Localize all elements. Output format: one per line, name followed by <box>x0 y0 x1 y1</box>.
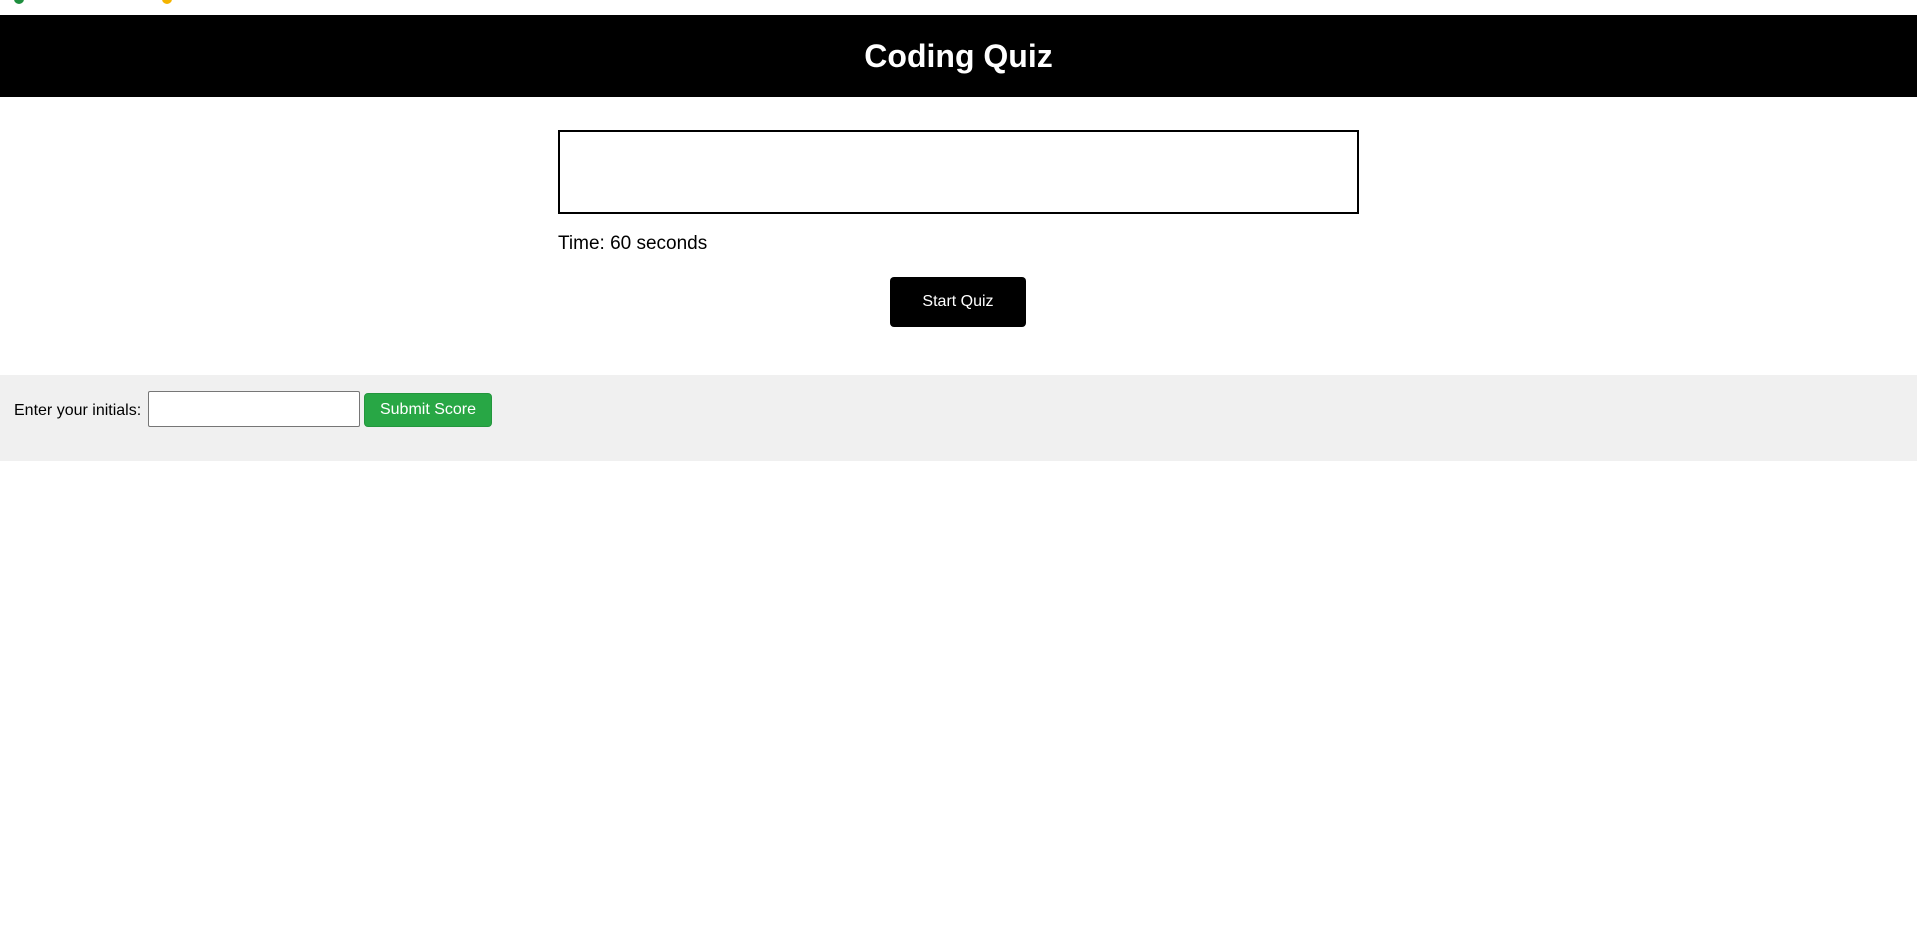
start-quiz-button[interactable]: Start Quiz <box>890 277 1026 327</box>
question-container <box>558 130 1359 214</box>
page: Coding Quiz Time: 60 seconds Start Quiz … <box>0 0 1917 941</box>
timer-display: Time: 60 seconds <box>558 233 708 254</box>
submit-score-button[interactable]: Submit Score <box>364 393 492 427</box>
page-title: Coding Quiz <box>864 37 1053 74</box>
status-icon <box>14 0 24 4</box>
status-icon <box>162 0 172 4</box>
browser-top-strip <box>0 0 1917 15</box>
site-header: Coding Quiz <box>0 15 1917 97</box>
initials-label: Enter your initials: <box>14 402 142 419</box>
score-form: Enter your initials: Submit Score <box>0 375 1917 461</box>
initials-input[interactable] <box>148 391 360 427</box>
